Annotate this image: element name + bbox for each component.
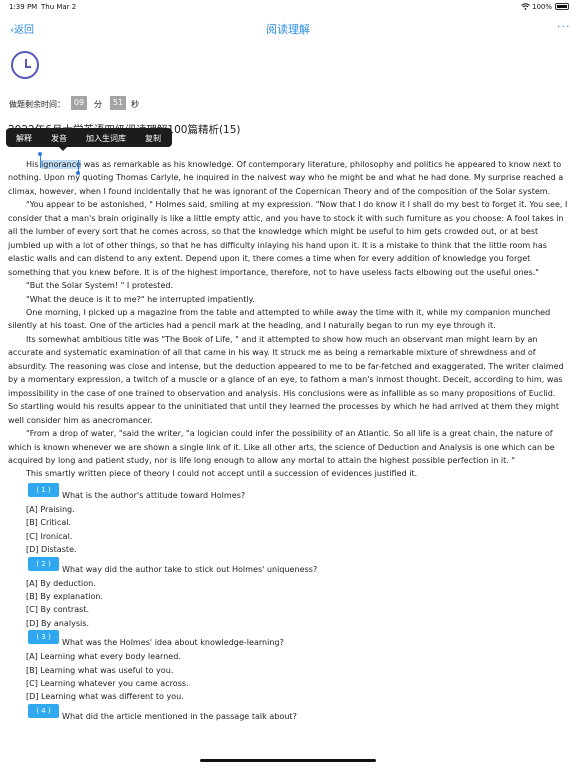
answer-option[interactable]: [D] Distaste. — [26, 543, 566, 556]
question-list: ( 1 ) What is the author's attitude towar… — [26, 483, 566, 724]
more-options-icon[interactable]: ··· — [557, 20, 571, 33]
answer-option[interactable]: [B] Critical. — [26, 516, 566, 529]
question: ( 1 ) What is the author's attitude towar… — [26, 483, 566, 557]
selection-handle-end[interactable] — [76, 171, 80, 175]
question-text: What way did the author take to stick ou… — [62, 564, 318, 574]
paragraph: "But the Solar System! " I protested. — [26, 281, 174, 291]
question-text: What did the article mentioned in the pa… — [62, 711, 297, 721]
status-date: Thu Mar 2 — [41, 3, 77, 11]
question-text: What was the Holmes' idea about knowledg… — [62, 638, 284, 648]
menu-explain[interactable]: 解释 — [16, 133, 32, 144]
answer-option[interactable]: [C] By contrast. — [26, 603, 566, 616]
question: ( 2 ) What way did the author take to sti… — [26, 556, 566, 631]
battery-percent: 100% — [532, 3, 553, 11]
selected-word[interactable]: ignorance — [41, 160, 82, 169]
paragraph: "From a drop of water, "said the writer,… — [8, 429, 555, 465]
paragraph: "What the deuce is it to me?" he interru… — [26, 294, 255, 304]
answer-option[interactable]: [A] By deduction. — [26, 577, 566, 590]
timer-seconds: 51 — [110, 96, 126, 110]
question-number-badge: ( 3 ) — [28, 630, 59, 645]
clock-icon — [11, 51, 39, 79]
menu-copy[interactable]: 复制 — [145, 133, 161, 144]
timer-label: 做题剩余时间： — [9, 100, 65, 109]
wifi-icon — [521, 3, 530, 12]
paragraph: His ignorance was as remarkable as his k… — [8, 158, 568, 198]
paragraph-text: was as remarkable as his knowledge. Of c… — [8, 160, 564, 196]
page-title: 阅读理解 — [266, 23, 310, 36]
selection-caret-start — [40, 155, 41, 168]
answer-option[interactable]: [C] Learning whatever you came across. — [26, 677, 566, 690]
paragraph: Its somewhat ambitious title was "The Bo… — [8, 334, 564, 425]
timer-seconds-unit: 秒 — [131, 100, 139, 109]
answer-option[interactable]: [A] Praising. — [26, 503, 566, 516]
menu-add-vocab[interactable]: 加入生词库 — [86, 133, 126, 144]
question-text: What is the author's attitude toward Hol… — [62, 491, 246, 500]
paragraph: One morning, I picked up a magazine from… — [8, 307, 551, 331]
timer-minutes-unit: 分 — [94, 100, 102, 109]
question: ( 3 ) What was the Holmes' idea about kno… — [26, 630, 566, 704]
battery-icon — [555, 3, 569, 10]
home-indicator[interactable] — [200, 759, 376, 762]
passage: His ignorance was as remarkable as his k… — [8, 158, 568, 481]
status-bar: 1:39 PM Thu Mar 2 100% — [0, 0, 576, 14]
menu-pronounce[interactable]: 发音 — [51, 133, 67, 144]
answer-option[interactable]: [D] Learning what was different to you. — [26, 690, 566, 703]
answer-option[interactable]: [D] By analysis. — [26, 617, 566, 630]
question: ( 4 ) What did the article mentioned in t… — [26, 703, 566, 724]
status-time: 1:39 PM — [9, 3, 38, 11]
question-number-badge: ( 1 ) — [28, 483, 59, 497]
timer-minutes: 09 — [71, 96, 87, 110]
answer-option[interactable]: [A] Learning what every body learned. — [26, 650, 566, 663]
nav-bar: ‹返回 阅读理解 ··· — [0, 14, 576, 40]
selection-context-menu: 解释 发音 加入生词库 复制 — [6, 128, 172, 151]
question-number-badge: ( 4 ) — [28, 703, 59, 718]
paragraph: "You appear to be astonished, " Holmes s… — [8, 200, 568, 277]
answer-option[interactable]: [B] By explanation. — [26, 590, 566, 603]
answer-option[interactable]: [C] Ironical. — [26, 530, 566, 543]
answer-option[interactable]: [B] Learning what was useful to you. — [26, 664, 566, 677]
paragraph-text: His — [26, 160, 42, 169]
paragraph: This smartly written piece of theory I c… — [26, 469, 418, 479]
menu-arrow — [58, 146, 68, 151]
question-number-badge: ( 2 ) — [28, 556, 59, 571]
